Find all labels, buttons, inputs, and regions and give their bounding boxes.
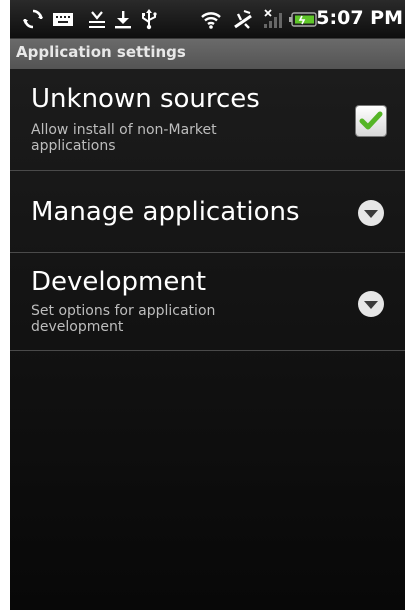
sync-icon [22, 8, 44, 30]
status-time: 5:07 PM [316, 7, 403, 29]
download-done-icon [86, 8, 108, 30]
keyboard-icon [52, 8, 74, 30]
unknown-sources-checkbox[interactable] [356, 106, 386, 136]
setting-unknown-sources[interactable]: Unknown sources Allow install of non-Mar… [10, 69, 405, 171]
wifi-icon [200, 8, 222, 30]
battery-icon [288, 8, 318, 30]
usb-icon [138, 8, 160, 30]
checkmark-icon [359, 111, 383, 130]
chevron-down-icon[interactable] [357, 199, 385, 227]
download-icon [112, 8, 134, 30]
setting-manage-applications[interactable]: Manage applications [10, 171, 405, 253]
setting-development[interactable]: Development Set options for application … [10, 253, 405, 351]
setting-title: Unknown sources [31, 84, 260, 114]
setting-summary: Allow install of non-Market applications [31, 122, 217, 154]
gps-icon [232, 8, 254, 30]
setting-summary: Set options for application development [31, 303, 216, 335]
setting-title: Manage applications [31, 197, 300, 227]
settings-list: Unknown sources Allow install of non-Mar… [10, 69, 405, 610]
page-title: Application settings [16, 43, 186, 61]
chevron-down-icon[interactable] [357, 290, 385, 318]
title-bar: Application settings [10, 39, 405, 69]
phone-screen: 5:07 PM Application settings Unknown sou… [10, 0, 405, 610]
signal-icon [262, 8, 284, 30]
status-bar: 5:07 PM [10, 0, 405, 39]
setting-title: Development [31, 267, 207, 297]
